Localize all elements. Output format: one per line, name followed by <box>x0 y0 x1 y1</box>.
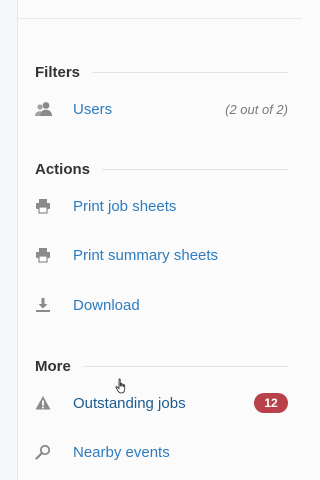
printer-icon <box>35 246 53 264</box>
filter-users[interactable]: Users (2 out of 2) <box>35 97 288 121</box>
print-job-sheets-link[interactable]: Print job sheets <box>35 194 288 218</box>
users-icon <box>35 100 53 118</box>
nearby-events-link[interactable]: Nearby events <box>35 440 288 464</box>
top-bar <box>18 0 302 19</box>
printer-icon <box>35 197 53 215</box>
actions-title: Actions <box>35 160 91 178</box>
download-label: Download <box>73 296 140 314</box>
download-icon <box>35 296 53 314</box>
filter-users-label: Users <box>73 100 113 118</box>
download-link[interactable]: Download <box>35 293 288 317</box>
nearby-events-label: Nearby events <box>73 443 170 461</box>
print-summary-sheets-label: Print summary sheets <box>73 246 219 264</box>
hand-pointer-cursor-icon <box>115 378 127 394</box>
more-divider <box>82 365 288 367</box>
filters-title: Filters <box>35 63 81 81</box>
outstanding-jobs-label: Outstanding jobs <box>73 394 186 412</box>
print-job-sheets-label: Print job sheets <box>73 197 177 215</box>
left-border <box>0 0 18 480</box>
sidebar-panel: Filters Users (2 out of 2) Actions Print <box>18 19 302 480</box>
warning-icon <box>35 394 53 412</box>
more-title: More <box>35 357 71 375</box>
filters-divider <box>92 71 288 73</box>
more-heading: More <box>35 356 288 376</box>
outstanding-jobs-count-badge: 12 <box>254 393 288 413</box>
print-summary-sheets-link[interactable]: Print summary sheets <box>35 243 288 267</box>
actions-divider <box>102 168 288 170</box>
filters-heading: Filters <box>35 62 288 82</box>
search-icon <box>35 443 53 461</box>
filter-users-count: (2 out of 2) <box>225 101 288 117</box>
actions-heading: Actions <box>35 159 288 179</box>
outstanding-jobs-link[interactable]: Outstanding jobs 12 <box>35 391 288 415</box>
